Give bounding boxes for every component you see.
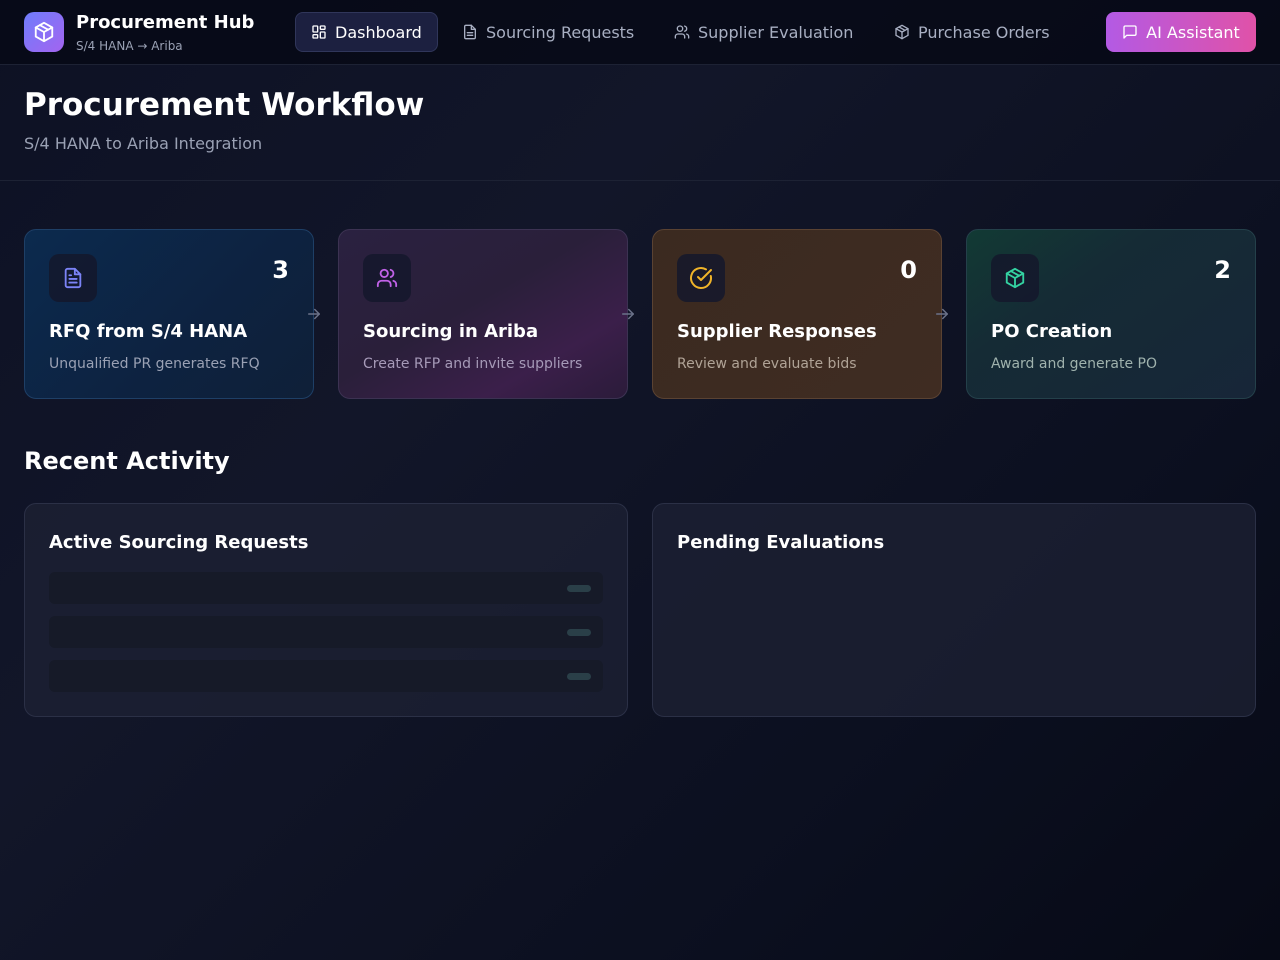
recent-activity-heading: Recent Activity — [24, 447, 230, 475]
page-subtitle: S/4 HANA to Ariba Integration — [24, 134, 263, 153]
card-icon-box — [677, 254, 725, 302]
workflow-card-supplier-responses[interactable]: 0 Supplier Responses Review and evaluate… — [652, 229, 942, 399]
loading-placeholder-badge — [567, 629, 591, 636]
card-icon-box — [991, 254, 1039, 302]
page-header: Procurement Workflow S/4 HANA to Ariba I… — [0, 65, 1280, 181]
card-icon-box — [363, 254, 411, 302]
arrow-right-icon — [618, 304, 638, 324]
chat-icon — [1123, 25, 1137, 39]
nav-item-label: Sourcing Requests — [486, 22, 635, 42]
package-icon — [34, 21, 54, 43]
card-count: 3 — [272, 256, 289, 284]
card-count: 2 — [1214, 256, 1231, 284]
loading-placeholder-badge — [567, 673, 591, 680]
users-icon — [376, 268, 398, 288]
nav-item-dashboard[interactable]: Dashboard — [295, 12, 438, 52]
brand-name: Procurement Hub — [76, 12, 255, 33]
panel-title: Active Sourcing Requests — [49, 532, 309, 553]
brand-subtitle: S/4 HANA → Ariba — [76, 39, 183, 53]
loading-placeholder-row — [49, 572, 603, 604]
panel-title: Pending Evaluations — [677, 532, 885, 553]
package-icon — [1005, 267, 1025, 289]
loading-placeholder-badge — [567, 585, 591, 592]
users-icon — [674, 25, 690, 39]
card-description: Create RFP and invite suppliers — [363, 356, 583, 372]
card-icon-box — [49, 254, 97, 302]
ai-assistant-label: AI Assistant — [1146, 22, 1240, 42]
workflow-card-po-creation[interactable]: 2 PO Creation Award and generate PO — [966, 229, 1256, 399]
grid-icon — [312, 25, 326, 39]
top-navbar: Procurement Hub S/4 HANA → Ariba Dashboa… — [0, 0, 1280, 65]
brand-logo[interactable] — [24, 12, 64, 52]
nav-item-sourcing-requests[interactable]: Sourcing Requests — [447, 12, 649, 52]
nav-item-label: Dashboard — [335, 22, 422, 42]
pending-evaluations-panel: Pending Evaluations — [652, 503, 1256, 717]
card-title: PO Creation — [991, 321, 1113, 342]
card-title: Sourcing in Ariba — [363, 321, 539, 342]
arrow-right-icon — [932, 304, 952, 324]
card-description: Review and evaluate bids — [677, 356, 857, 372]
nav-item-label: Supplier Evaluation — [698, 22, 854, 42]
loading-placeholder-row — [49, 660, 603, 692]
nav-item-supplier-evaluation[interactable]: Supplier Evaluation — [659, 12, 868, 52]
active-sourcing-requests-panel: Active Sourcing Requests — [24, 503, 628, 717]
package-icon — [895, 24, 909, 40]
card-count: 0 — [900, 256, 917, 284]
nav-item-purchase-orders[interactable]: Purchase Orders — [879, 12, 1065, 52]
workflow-card-rfq[interactable]: 3 RFQ from S/4 HANA Unqualified PR gener… — [24, 229, 314, 399]
card-title: RFQ from S/4 HANA — [49, 321, 248, 342]
workflow-card-sourcing[interactable]: Sourcing in Ariba Create RFP and invite … — [338, 229, 628, 399]
card-title: Supplier Responses — [677, 321, 877, 342]
card-description: Unqualified PR generates RFQ — [49, 356, 260, 372]
page-title: Procurement Workflow — [24, 87, 425, 123]
ai-assistant-button[interactable]: AI Assistant — [1106, 12, 1256, 52]
nav-item-label: Purchase Orders — [918, 22, 1050, 42]
document-icon — [464, 24, 476, 40]
loading-placeholder-row — [49, 616, 603, 648]
arrow-right-icon — [304, 304, 324, 324]
card-description: Award and generate PO — [991, 356, 1158, 372]
check-circle-icon — [690, 267, 712, 289]
document-icon — [64, 267, 82, 289]
